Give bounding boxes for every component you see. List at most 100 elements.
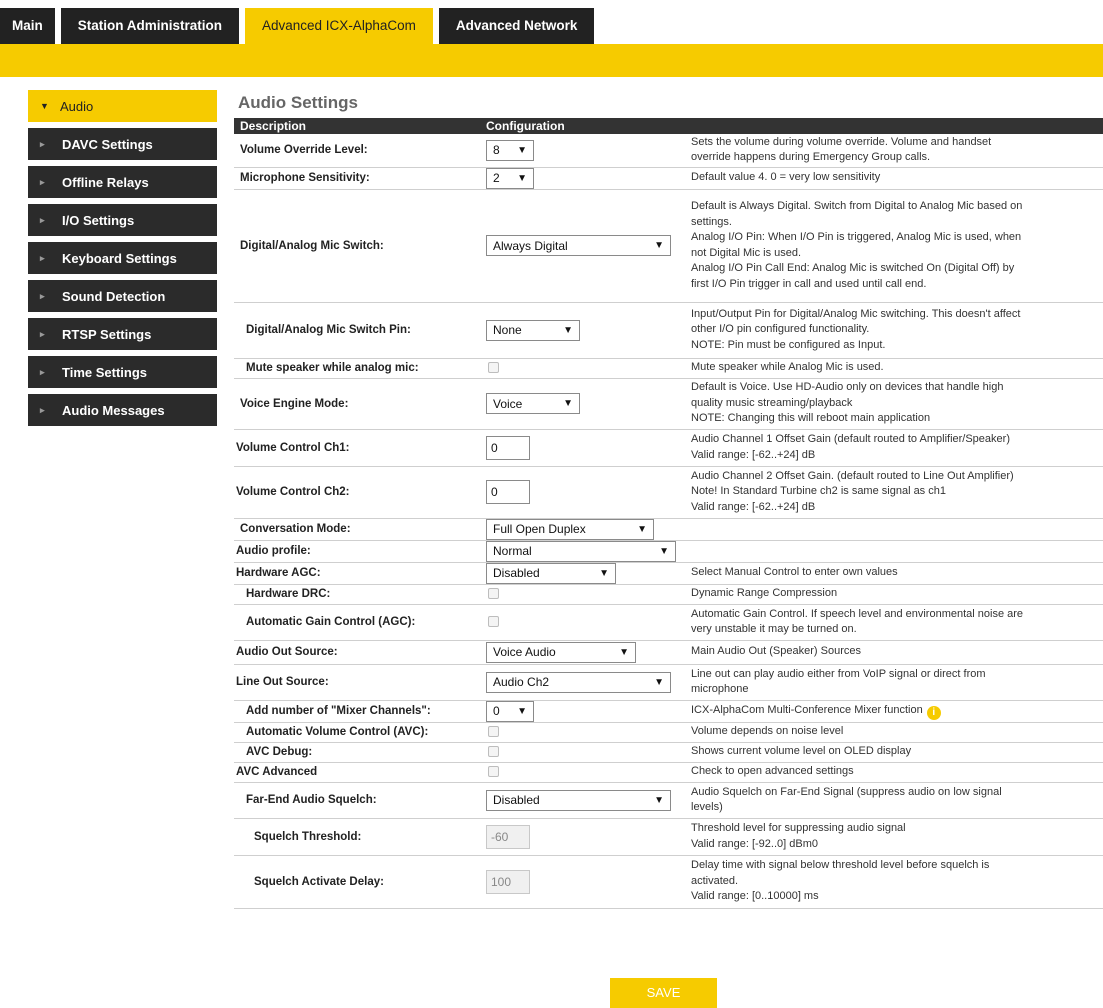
sidebar-item-keyboard-settings[interactable]: ▸ Keyboard Settings bbox=[28, 242, 217, 274]
sidebar-item-label: RTSP Settings bbox=[62, 326, 152, 342]
volume-override-select[interactable]: 8 ▼ bbox=[486, 139, 534, 161]
sidebar-item-davc-settings[interactable]: ▸ DAVC Settings bbox=[28, 128, 217, 160]
audio-out-source-select[interactable]: Voice Audio ▼ bbox=[486, 641, 636, 663]
column-header-description: Description bbox=[234, 118, 480, 134]
sidebar-item-audio[interactable]: ▼ Audio bbox=[28, 90, 217, 122]
voice-engine-select[interactable]: Voice ▼ bbox=[486, 393, 580, 414]
table-row: Microphone Sensitivity: 2 ▼ Default value… bbox=[234, 167, 1103, 190]
setting-help: Automatic Gain Control. If speech level … bbox=[685, 604, 1103, 641]
info-icon[interactable]: i bbox=[926, 705, 941, 720]
mic-switch-pin-select[interactable]: None ▼ bbox=[486, 319, 580, 341]
tab-advanced-network[interactable]: Advanced Network bbox=[438, 8, 595, 44]
chevron-right-icon: ▸ bbox=[40, 404, 45, 415]
table-row: Line Out Source: Audio Ch2 ▼ Line out can… bbox=[234, 664, 1103, 701]
setting-help: Delay time with signal below threshold l… bbox=[685, 855, 1103, 909]
table-row: Add number of "Mixer Channels": 0 ▼ ICX-A… bbox=[234, 700, 1103, 723]
sidebar-item-label: Audio bbox=[60, 98, 94, 114]
caret-down-icon: ▼ bbox=[654, 676, 664, 688]
setting-help: ICX-AlphaCom Multi-Conference Mixer func… bbox=[685, 700, 1103, 723]
setting-label: Automatic Volume Control (AVC): bbox=[234, 722, 480, 743]
caret-down-icon: ▼ bbox=[563, 324, 573, 336]
setting-help: Audio Channel 1 Offset Gain (default rou… bbox=[685, 429, 1103, 467]
caret-down-icon: ▼ bbox=[517, 705, 527, 717]
table-row: Volume Control Ch1: 0 Audio Channel 1 Of… bbox=[234, 429, 1103, 467]
squelch-threshold-input[interactable]: -60 bbox=[486, 824, 530, 849]
sidebar-item-label: Audio Messages bbox=[62, 402, 165, 418]
line-out-source-select[interactable]: Audio Ch2 ▼ bbox=[486, 671, 671, 693]
save-button[interactable]: SAVE bbox=[610, 978, 717, 1008]
chevron-right-icon: ▸ bbox=[40, 328, 45, 339]
microphone-sensitivity-select[interactable]: 2 ▼ bbox=[486, 167, 534, 189]
caret-down-icon: ▼ bbox=[654, 240, 664, 251]
table-row: Digital/Analog Mic Switch: Always Digita… bbox=[234, 189, 1103, 303]
setting-label: Squelch Threshold: bbox=[234, 818, 480, 856]
setting-label: Microphone Sensitivity: bbox=[234, 167, 480, 190]
hardware-drc-checkbox[interactable] bbox=[488, 588, 499, 600]
table-row: Hardware DRC: Dynamic Range Compression bbox=[234, 584, 1103, 605]
setting-help: Line out can play audio either from VoIP… bbox=[685, 664, 1103, 701]
mute-speaker-checkbox[interactable] bbox=[488, 362, 499, 374]
tab-advanced-icx-alphacom[interactable]: Advanced ICX-AlphaCom bbox=[245, 8, 433, 44]
setting-label: Digital/Analog Mic Switch: bbox=[234, 189, 480, 303]
setting-label: Conversation Mode: bbox=[234, 518, 480, 541]
sidebar-item-rtsp-settings[interactable]: ▸ RTSP Settings bbox=[28, 318, 217, 350]
table-row: Volume Control Ch2: 0 Audio Channel 2 Of… bbox=[234, 466, 1103, 519]
caret-down-icon: ▼ bbox=[517, 172, 527, 184]
sidebar-item-offline-relays[interactable]: ▸ Offline Relays bbox=[28, 166, 217, 198]
table-row: Far-End Audio Squelch: Disabled ▼ Audio S… bbox=[234, 782, 1103, 819]
sidebar-item-label: Keyboard Settings bbox=[62, 250, 177, 266]
setting-label: Volume Control Ch1: bbox=[234, 429, 480, 467]
audio-settings-table: Description Configuration Volume Overrid… bbox=[234, 118, 1103, 909]
volume-ch1-input[interactable]: 0 bbox=[486, 435, 530, 460]
setting-label: AVC Advanced bbox=[234, 762, 480, 783]
avc-advanced-checkbox[interactable] bbox=[488, 766, 499, 778]
sidebar-item-sound-detection[interactable]: ▸ Sound Detection bbox=[28, 280, 217, 312]
squelch-delay-input[interactable]: 100 bbox=[486, 869, 530, 894]
setting-label: Automatic Gain Control (AGC): bbox=[234, 604, 480, 641]
audio-profile-select[interactable]: Normal ▼ bbox=[486, 540, 676, 562]
tab-bar: Main Station Administration Advanced ICX… bbox=[0, 8, 600, 44]
table-row: Automatic Gain Control (AGC): Automatic … bbox=[234, 604, 1103, 641]
setting-label: Line Out Source: bbox=[234, 664, 480, 701]
table-row: Automatic Volume Control (AVC): Volume d… bbox=[234, 722, 1103, 743]
avc-checkbox[interactable] bbox=[488, 726, 499, 738]
sidebar-item-label: I/O Settings bbox=[62, 212, 135, 228]
setting-help: Default value 4. 0 = very low sensitivit… bbox=[685, 167, 1103, 190]
setting-help: Mute speaker while Analog Mic is used. bbox=[685, 358, 1103, 379]
chevron-down-icon: ▼ bbox=[40, 101, 49, 111]
tab-main[interactable]: Main bbox=[0, 8, 55, 44]
chevron-right-icon: ▸ bbox=[40, 138, 45, 149]
setting-help: Threshold level for suppressing audio si… bbox=[685, 818, 1103, 856]
table-row: AVC Advanced Check to open advanced sett… bbox=[234, 762, 1103, 783]
column-header-configuration: Configuration bbox=[480, 118, 685, 134]
far-end-squelch-select[interactable]: Disabled ▼ bbox=[486, 789, 671, 811]
setting-help: Default is Voice. Use HD-Audio only on d… bbox=[685, 378, 1103, 430]
main-content: Audio Settings Description Configuration… bbox=[234, 92, 1103, 909]
caret-down-icon: ▼ bbox=[563, 398, 573, 409]
mixer-channels-select[interactable]: 0 ▼ bbox=[486, 700, 534, 722]
caret-down-icon: ▼ bbox=[599, 567, 609, 579]
page-title: Audio Settings bbox=[238, 93, 358, 112]
table-row: Volume Override Level: 8 ▼ Sets the volum… bbox=[234, 134, 1103, 168]
setting-help: Sets the volume during volume override. … bbox=[685, 134, 1103, 168]
hardware-agc-select[interactable]: Disabled ▼ bbox=[486, 562, 616, 584]
setting-label: Audio Out Source: bbox=[234, 640, 480, 665]
mic-switch-select[interactable]: Always Digital ▼ bbox=[486, 235, 671, 256]
avc-debug-checkbox[interactable] bbox=[488, 746, 499, 758]
chevron-right-icon: ▸ bbox=[40, 176, 45, 187]
tab-station-administration[interactable]: Station Administration bbox=[60, 8, 240, 44]
setting-label: Volume Override Level: bbox=[234, 134, 480, 168]
sidebar-item-time-settings[interactable]: ▸ Time Settings bbox=[28, 356, 217, 388]
chevron-right-icon: ▸ bbox=[40, 214, 45, 225]
conversation-mode-select[interactable]: Full Open Duplex ▼ bbox=[486, 518, 654, 540]
sidebar-item-io-settings[interactable]: ▸ I/O Settings bbox=[28, 204, 217, 236]
caret-down-icon: ▼ bbox=[637, 523, 647, 535]
volume-ch2-input[interactable]: 0 bbox=[486, 480, 530, 504]
setting-help: Audio Channel 2 Offset Gain. (default ro… bbox=[685, 466, 1103, 519]
setting-label: Squelch Activate Delay: bbox=[234, 855, 480, 909]
chevron-right-icon: ▸ bbox=[40, 252, 45, 263]
setting-label: AVC Debug: bbox=[234, 742, 480, 763]
sidebar-item-audio-messages[interactable]: ▸ Audio Messages bbox=[28, 394, 217, 426]
agc-checkbox[interactable] bbox=[488, 616, 499, 628]
setting-help: Input/Output Pin for Digital/Analog Mic … bbox=[685, 302, 1103, 359]
